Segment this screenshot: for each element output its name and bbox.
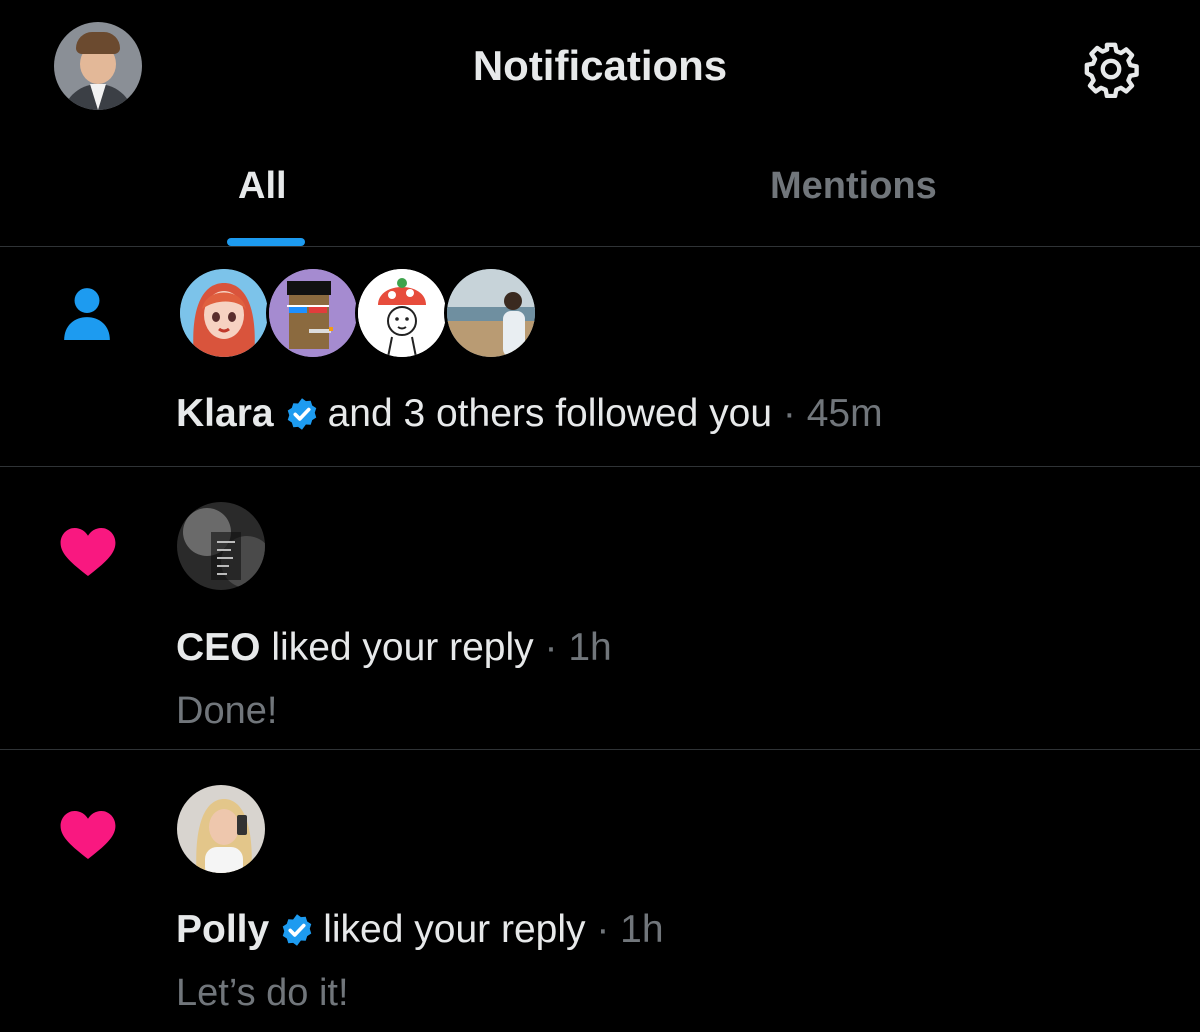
reply-preview: Let’s do it! [176, 972, 349, 1014]
separator: · [782, 392, 796, 435]
pixel-punk-avatar[interactable] [266, 266, 360, 360]
notification-text: Polly liked your reply · 1h [176, 908, 664, 952]
divider [0, 749, 1200, 750]
actor-name[interactable]: Klara [176, 392, 274, 435]
klara-avatar[interactable] [177, 266, 271, 360]
polly-avatar[interactable] [177, 785, 265, 873]
active-tab-indicator [227, 238, 305, 246]
notification-action: and 3 others followed you [327, 392, 773, 435]
ceo-avatar[interactable] [177, 502, 265, 590]
notification-action: liked your reply [323, 908, 586, 951]
mushroom-avatar[interactable] [355, 266, 449, 360]
verified-badge-icon [282, 914, 312, 946]
separator: · [596, 908, 610, 951]
person-icon [64, 288, 110, 340]
actor-name[interactable]: Polly [176, 908, 269, 951]
gear-icon[interactable] [1082, 40, 1140, 98]
notification-text: CEO liked your reply · 1h [176, 626, 612, 670]
timestamp: 1h [620, 908, 664, 951]
tab-bar: All Mentions [0, 135, 1200, 246]
reply-preview: Done! [176, 690, 278, 732]
divider [0, 246, 1200, 247]
top-bar: Notifications [0, 0, 1200, 135]
heart-icon [60, 811, 116, 859]
separator: · [544, 626, 558, 669]
heart-icon [60, 528, 116, 576]
tab-mentions[interactable]: Mentions [770, 165, 937, 208]
page-title: Notifications [472, 42, 728, 89]
notification-action: liked your reply [271, 626, 534, 669]
actor-name[interactable]: CEO [176, 626, 261, 669]
divider [0, 466, 1200, 467]
timestamp: 45m [806, 392, 883, 435]
timestamp: 1h [568, 626, 612, 669]
tab-all[interactable]: All [238, 165, 287, 208]
verified-badge-icon [287, 398, 316, 430]
beach-photo-avatar[interactable] [444, 266, 538, 360]
notification-text: Klara and 3 others followed you · 45m [176, 392, 883, 436]
